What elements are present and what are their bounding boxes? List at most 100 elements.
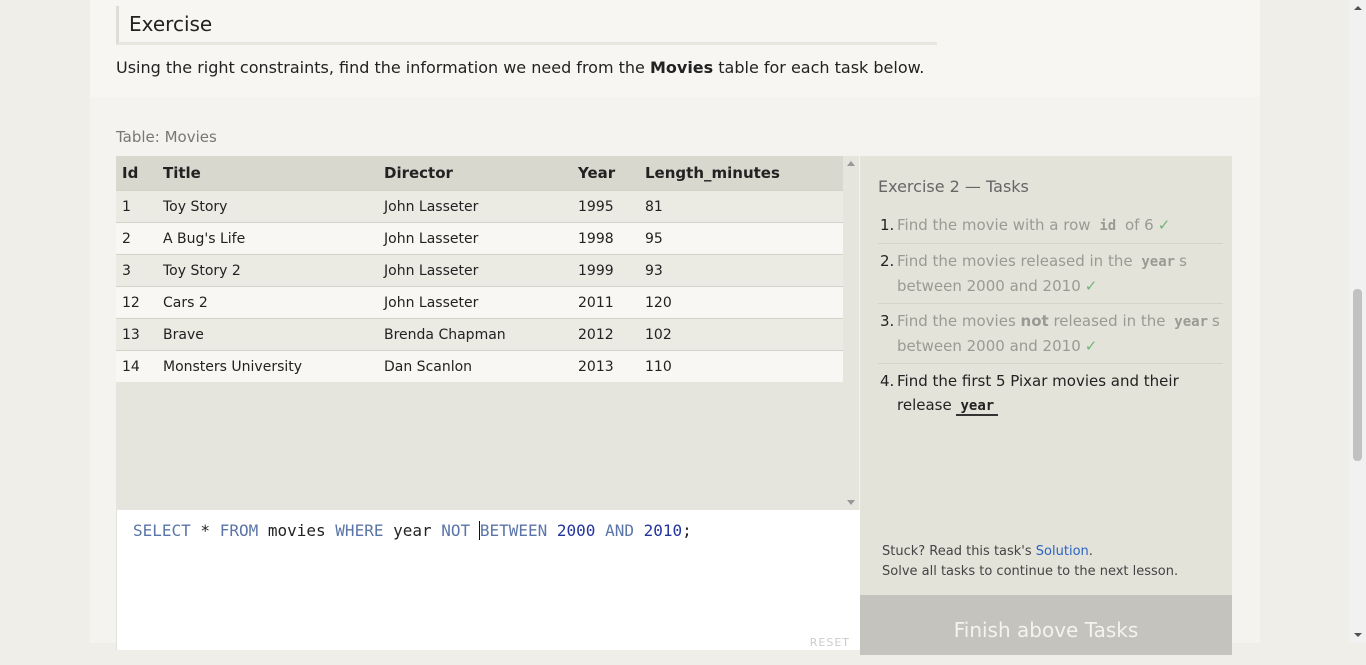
sql-number: 2000 — [556, 521, 596, 540]
cell-director: John Lasseter — [378, 254, 572, 287]
cell-id: 1 — [116, 190, 157, 223]
task-item-4: 4. Find the first 5 Pixar movies and thei… — [878, 364, 1223, 423]
cell-length: 81 — [639, 190, 843, 223]
sql-keyword: SELECT — [133, 521, 191, 540]
exercise-heading: Exercise — [116, 6, 937, 45]
cell-id: 3 — [116, 254, 157, 287]
task-text: Find the first 5 Pixar movies and their … — [897, 372, 1179, 414]
sql-query[interactable]: SELECT * FROM movies WHERE year NOT BETW… — [133, 521, 692, 540]
page-scroll-up-icon[interactable] — [1354, 6, 1362, 10]
solution-link[interactable]: Solution — [1036, 544, 1089, 559]
task-item-3: 3. Find the movies not released in the ye… — [878, 304, 1223, 364]
task-number: 3. — [880, 312, 895, 330]
cell-year: 2013 — [572, 350, 639, 382]
table-row: 12 Cars 2 John Lasseter 2011 120 — [116, 286, 843, 319]
finish-tasks-button[interactable]: Finish above Tasks — [860, 595, 1232, 655]
stuck-prefix: Stuck? Read this task's — [882, 544, 1036, 559]
cell-year: 1999 — [572, 254, 639, 287]
cell-title: A Bug's Life — [157, 222, 378, 255]
cell-id: 2 — [116, 222, 157, 255]
table-row: 1 Toy Story John Lasseter 1995 81 — [116, 190, 843, 223]
column-header-director: Director — [378, 156, 572, 191]
sql-number: 2010 — [643, 521, 683, 540]
task-text: Find the movies — [897, 312, 1021, 330]
cell-length: 93 — [639, 254, 843, 287]
table-scrollbar[interactable] — [843, 156, 859, 510]
scroll-down-arrow-icon[interactable] — [847, 500, 855, 505]
continue-text: Solve all tasks to continue to the next … — [882, 564, 1179, 579]
cell-length: 120 — [639, 286, 843, 319]
sql-keyword: NOT — [441, 521, 471, 540]
sql-keyword: BETWEEN — [479, 521, 548, 540]
cell-year: 1995 — [572, 190, 639, 223]
table-row: 13 Brave Brenda Chapman 2012 102 — [116, 318, 843, 351]
description-text-1: Using the right constraints, find the in… — [116, 58, 650, 77]
cell-id: 12 — [116, 286, 157, 319]
sql-keyword: WHERE — [335, 521, 384, 540]
cell-director: Brenda Chapman — [378, 318, 572, 351]
stuck-suffix: . — [1088, 544, 1093, 559]
cell-year: 2011 — [572, 286, 639, 319]
task-text: released in the — [1048, 312, 1171, 330]
cell-title: Cars 2 — [157, 286, 378, 319]
task-code: year — [1141, 254, 1176, 270]
column-header-length: Length_minutes — [639, 156, 843, 191]
table-header-row: Id Title Director Year Length_minutes — [116, 156, 843, 191]
task-text: Find the movies released in the — [897, 252, 1138, 270]
cell-director: John Lasseter — [378, 222, 572, 255]
description-text-2: table for each task below. — [713, 58, 925, 77]
cell-title: Toy Story — [157, 190, 378, 223]
task-bold: not — [1020, 312, 1049, 330]
cell-director: John Lasseter — [378, 190, 572, 223]
task-text: Find the movie with a row — [897, 216, 1096, 234]
cell-length: 110 — [639, 350, 843, 382]
tasks-title: Exercise 2 — Tasks — [878, 177, 1029, 196]
cell-length: 95 — [639, 222, 843, 255]
check-icon: ✓ — [1084, 277, 1098, 295]
column-header-title: Title — [157, 156, 378, 191]
movies-table: Id Title Director Year Length_minutes 1 … — [116, 156, 843, 382]
task-number: 4. — [880, 372, 895, 390]
cell-director: John Lasseter — [378, 286, 572, 319]
table-pane[interactable]: Id Title Director Year Length_minutes 1 … — [116, 156, 859, 510]
task-number: 1. — [880, 216, 895, 234]
task-text: of 6 — [1120, 216, 1154, 234]
task-code: year — [1174, 314, 1208, 330]
cell-title: Toy Story 2 — [157, 254, 378, 287]
column-header-year: Year — [572, 156, 639, 191]
lesson-content: Exercise Using the right constraints, fi… — [90, 0, 1260, 655]
table-row: 14 Monsters University Dan Scanlon 2013 … — [116, 350, 843, 382]
cell-title: Brave — [157, 318, 378, 351]
cell-length: 102 — [639, 318, 843, 351]
check-icon: ✓ — [1157, 216, 1171, 234]
column-header-id: Id — [116, 156, 157, 191]
task-list: 1. Find the movie with a row id of 6 ✓ 2. F… — [878, 208, 1223, 423]
scroll-up-arrow-icon[interactable] — [847, 161, 855, 166]
sql-text: movies — [258, 521, 336, 540]
task-code: year — [956, 398, 999, 416]
cell-id: 13 — [116, 318, 157, 351]
sql-text: year — [383, 521, 442, 540]
sql-text: * — [190, 521, 220, 540]
task-code: id — [1099, 218, 1117, 234]
exercise-description: Using the right constraints, find the in… — [116, 58, 924, 77]
exercise-heading-text: Exercise — [129, 12, 213, 36]
cell-title: Monsters University — [157, 350, 378, 382]
sql-keyword: AND — [605, 521, 634, 540]
task-number: 2. — [880, 252, 895, 270]
help-text: Stuck? Read this task's Solution. Solve … — [882, 542, 1178, 582]
page-scrollbar[interactable] — [1349, 0, 1366, 643]
sql-editor[interactable]: SELECT * FROM movies WHERE year NOT BETW… — [116, 510, 860, 650]
task-item-1: 1. Find the movie with a row id of 6 ✓ — [878, 208, 1223, 244]
check-icon: ✓ — [1084, 337, 1098, 355]
description-table-name: Movies — [649, 58, 714, 77]
table-label: Table: Movies — [116, 128, 217, 146]
cell-year: 2012 — [572, 318, 639, 351]
page-scroll-down-icon[interactable] — [1354, 633, 1362, 637]
exercise-intro: Exercise Using the right constraints, fi… — [90, 0, 1260, 97]
task-item-2: 2. Find the movies released in the year s … — [878, 244, 1223, 304]
page-scroll-thumb[interactable] — [1353, 289, 1362, 461]
